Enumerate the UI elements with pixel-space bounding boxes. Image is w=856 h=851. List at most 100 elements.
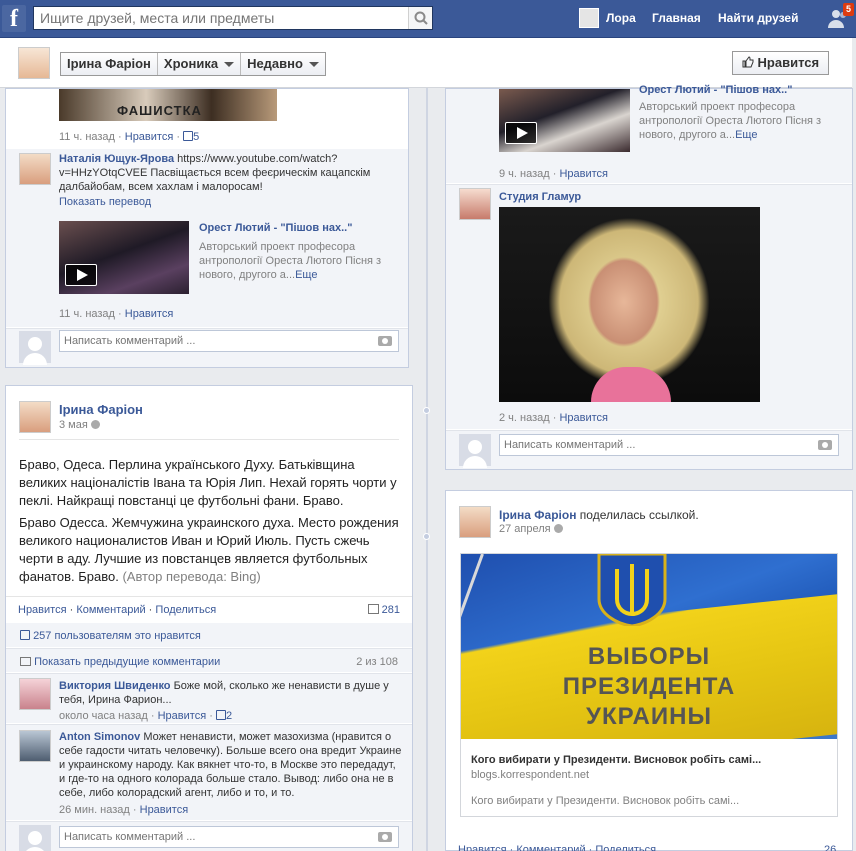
post-date[interactable]: 27 апреля (499, 523, 551, 535)
avatar[interactable] (19, 678, 51, 710)
comment-link[interactable]: Комментарий (76, 604, 145, 616)
timeline-nav: Ірина Фаріон Хроника Недавно (60, 52, 326, 76)
camera-icon[interactable] (378, 832, 392, 842)
profile-avatar[interactable] (18, 47, 50, 79)
post-date-row: 3 мая (59, 418, 100, 432)
like-link[interactable]: Нравится (18, 604, 67, 616)
comment-item: Виктория Швиденко Боже мой, сколько же н… (6, 673, 412, 723)
comment-time[interactable]: около часа назад (59, 710, 148, 722)
comment-meta: 11 ч. назад · Нравится (59, 308, 174, 320)
like-link[interactable]: Нравится (125, 131, 174, 143)
divider (19, 439, 399, 440)
like-link[interactable]: Нравится (559, 412, 608, 424)
page-like-button[interactable]: Нравится (732, 51, 829, 75)
thumbs-up-icon (742, 56, 754, 68)
link-preview[interactable]: ВЫБОРЫ ПРЕЗИДЕНТА УКРАИНЫ Кого вибирати … (460, 553, 838, 817)
likes-text[interactable]: 257 пользователям это нравится (33, 630, 201, 642)
post-meta: 9 ч. назад · Нравится (499, 168, 608, 180)
user-avatar[interactable] (579, 8, 599, 28)
comment-field[interactable] (499, 434, 839, 456)
post-date[interactable]: 3 мая (59, 419, 88, 431)
thumbs-up-icon (183, 131, 194, 141)
search-input[interactable] (34, 7, 404, 29)
chevron-down-icon (224, 61, 235, 67)
post-author[interactable]: Ірина Фаріон (59, 403, 143, 417)
tab-recent-label: Недавно (247, 56, 303, 71)
avatar[interactable] (459, 506, 491, 538)
comment-item: Anton Simonov Может ненависти, может маз… (6, 724, 412, 820)
post-card: ФАШИСТКА 11 ч. назад · Нравится · 5 Ната… (5, 88, 409, 368)
show-previous-comments[interactable]: Показать предыдущие комментарии (34, 656, 220, 668)
video-description: Авторський проект професора антропології… (199, 240, 399, 282)
post-time[interactable]: 11 ч. назад (59, 131, 115, 143)
comment-author[interactable]: Anton Simonov (59, 731, 140, 743)
video-thumbnail[interactable] (59, 221, 189, 294)
tab-profile-name[interactable]: Ірина Фаріон (61, 53, 158, 75)
share-link[interactable]: Поделиться (155, 604, 216, 616)
like-link[interactable]: Нравится (559, 168, 608, 180)
post-time[interactable]: 9 ч. назад (499, 168, 550, 180)
link-title[interactable]: Кого вибирати у Президенти. Висновок роб… (471, 753, 761, 767)
image-caption-line: УКРАИНЫ (586, 703, 712, 730)
video-thumbnail[interactable] (499, 89, 630, 152)
avatar[interactable] (19, 153, 51, 185)
avatar[interactable] (19, 401, 51, 433)
video-thumbnail[interactable]: ФАШИСТКА (59, 89, 277, 121)
comment-input[interactable] (60, 827, 365, 847)
comment-field[interactable] (59, 330, 399, 352)
more-link[interactable]: Еще (295, 269, 317, 281)
facebook-logo-icon[interactable]: f (2, 5, 26, 32)
avatar (19, 825, 51, 851)
post-author[interactable]: Ірина Фаріон (499, 508, 576, 522)
avatar (19, 331, 51, 365)
share-count[interactable]: 26 (824, 843, 836, 851)
home-link[interactable]: Главная (652, 0, 701, 38)
video-title[interactable]: Орест Лютий - "Пішов нах.." (639, 83, 839, 95)
share-count[interactable]: 281 (382, 604, 400, 616)
video-title[interactable]: Орест Лютий - "Пішов нах.." (199, 221, 399, 235)
tab-recent[interactable]: Недавно (241, 53, 325, 75)
avatar[interactable] (459, 188, 491, 220)
link-domain: blogs.korrespondent.net (471, 769, 590, 781)
comment-composer (446, 430, 852, 469)
video-description: Авторський проект професора антропології… (639, 100, 839, 142)
comment-author[interactable]: Наталія Ющук-Ярова (59, 153, 174, 165)
more-link[interactable]: Еще (735, 129, 757, 141)
comment-time[interactable]: 26 мин. назад (59, 804, 130, 816)
show-translation-link[interactable]: Показать перевод (59, 195, 151, 209)
like-link[interactable]: Нравится (125, 308, 174, 320)
comment-composer (6, 821, 412, 851)
play-icon (505, 122, 537, 144)
like-count[interactable]: 2 (226, 710, 232, 722)
like-link[interactable]: Нравится (140, 804, 189, 816)
camera-icon[interactable] (818, 440, 832, 450)
likes-row: 257 пользователям это нравится (6, 623, 412, 647)
search-box (33, 6, 433, 30)
avatar[interactable] (19, 730, 51, 762)
comment-input[interactable] (60, 331, 365, 351)
find-friends-link[interactable]: Найти друзей (718, 0, 798, 38)
camera-icon[interactable] (378, 336, 392, 346)
comment-time[interactable]: 2 ч. назад (499, 412, 550, 424)
photo[interactable] (499, 207, 760, 402)
comment-item: Наталія Ющук-Ярова https://www.youtube.c… (6, 149, 408, 327)
user-name-link[interactable]: Лора (606, 0, 636, 38)
comment-author[interactable]: Виктория Швиденко (59, 680, 171, 692)
action-bar: Нравится · Комментарий · Поделиться 281 (6, 596, 412, 622)
tab-chronicle[interactable]: Хроника (158, 53, 242, 75)
post-actions[interactable]: Нравится · Комментарий · Поделиться (458, 843, 656, 851)
link-description: Кого вибирати у Президенти. Висновок роб… (471, 795, 740, 807)
like-link[interactable]: Нравится (158, 710, 207, 722)
comment-field[interactable] (59, 826, 399, 848)
like-count[interactable]: 5 (193, 131, 199, 143)
comment-author[interactable]: Студия Гламур (499, 190, 581, 204)
trident-emblem-icon (597, 554, 667, 626)
search-button[interactable] (408, 7, 432, 29)
share-count-box[interactable]: 281 (367, 603, 400, 617)
comment-input[interactable] (500, 435, 805, 455)
post-meta: 11 ч. назад · Нравится · 5 (59, 131, 200, 143)
comment-time[interactable]: 11 ч. назад (59, 308, 115, 320)
timeline-spine (426, 88, 428, 851)
post-card: Орест Лютий - "Пішов нах.." Авторський п… (445, 84, 853, 470)
image-caption-line: ВЫБОРЫ (587, 643, 711, 670)
